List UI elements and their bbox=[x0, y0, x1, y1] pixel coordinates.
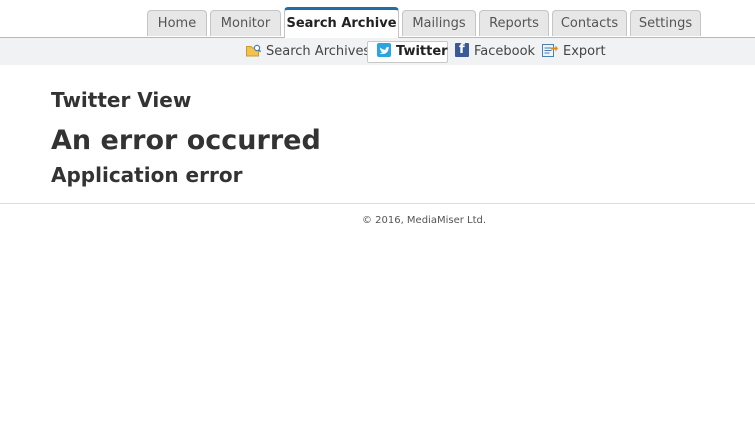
footer-copyright: © 2016, MediaMiser Ltd. bbox=[361, 215, 487, 226]
subnav-search-archives[interactable]: Search Archives bbox=[246, 41, 370, 63]
facebook-icon bbox=[455, 42, 469, 58]
subnav-label: Facebook bbox=[474, 44, 536, 59]
error-title: An error occurred bbox=[51, 125, 321, 156]
tab-reports[interactable]: Reports bbox=[479, 10, 549, 36]
subnav-export[interactable]: Export bbox=[542, 41, 606, 63]
main-tab-bar: Home Monitor Search Archive Mailings Rep… bbox=[0, 0, 755, 38]
subnav-label: Twitter bbox=[396, 44, 448, 59]
subnav-twitter[interactable]: Twitter bbox=[367, 41, 448, 63]
twitter-icon bbox=[377, 42, 391, 57]
subnav-facebook[interactable]: Facebook bbox=[455, 41, 535, 63]
tab-contacts[interactable]: Contacts bbox=[552, 10, 627, 36]
tab-mailings[interactable]: Mailings bbox=[402, 10, 476, 36]
footer-divider bbox=[0, 203, 755, 204]
export-icon bbox=[542, 43, 558, 57]
folder-search-icon bbox=[246, 43, 262, 57]
tab-settings[interactable]: Settings bbox=[630, 10, 701, 36]
subnav-label: Export bbox=[563, 44, 606, 59]
sub-navigation: Search Archives Twitter Facebook Export bbox=[0, 38, 755, 65]
view-title: Twitter View bbox=[51, 88, 192, 112]
subnav-label: Search Archives bbox=[266, 44, 371, 59]
tab-monitor[interactable]: Monitor bbox=[210, 10, 281, 36]
tab-search-archive[interactable]: Search Archive bbox=[284, 7, 399, 38]
tab-home[interactable]: Home bbox=[147, 10, 207, 36]
error-message: Application error bbox=[51, 163, 243, 187]
